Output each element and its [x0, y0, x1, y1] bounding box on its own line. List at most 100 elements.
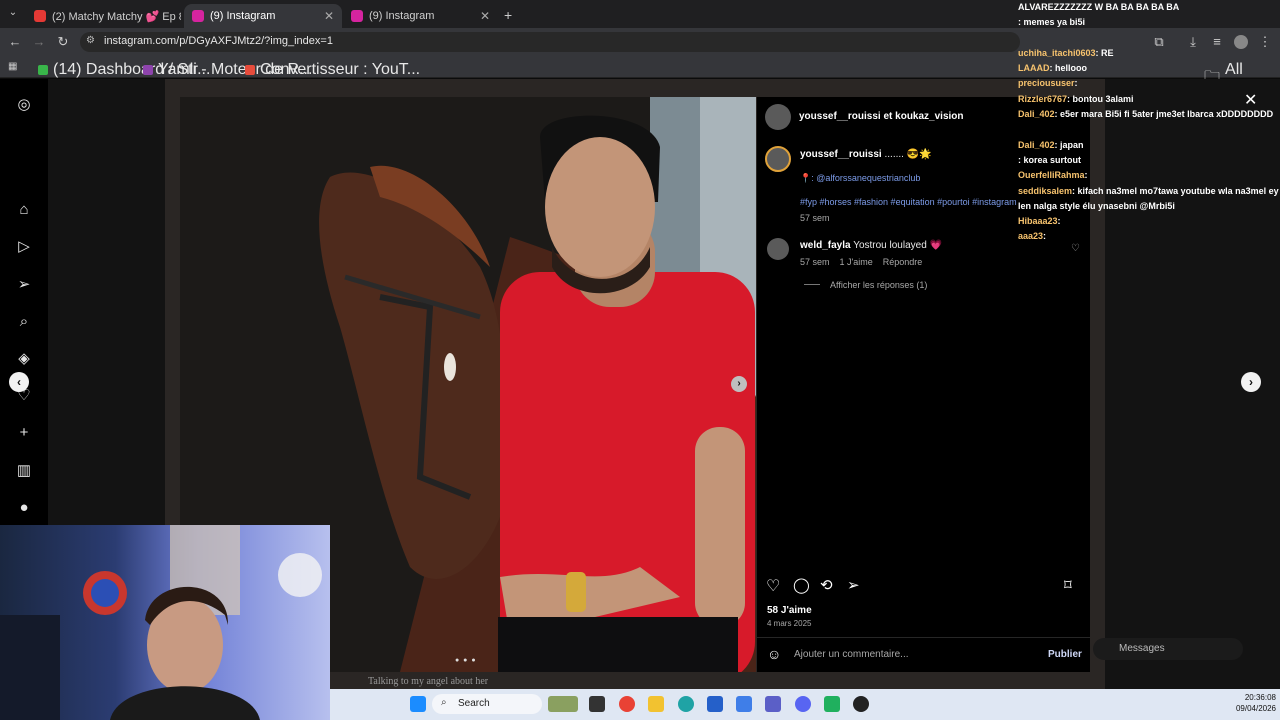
chat-text: : japan: [1054, 139, 1084, 150]
chat-text: : korea surtout: [1018, 154, 1082, 165]
close-icon[interactable]: ✕: [324, 9, 334, 23]
store-icon[interactable]: [707, 696, 723, 712]
bookmark-icon: [143, 65, 153, 75]
apps-icon[interactable]: ▦: [8, 61, 17, 72]
chat-username: LAAAD: [1018, 63, 1050, 74]
forward-icon[interactable]: →: [30, 33, 48, 51]
site-info-icon[interactable]: ⚙: [86, 35, 98, 47]
url-text: instagram.com/p/DGyAXFJMtz2/?img_index=1: [104, 35, 333, 47]
taskbar-search[interactable]: Search: [432, 694, 542, 714]
reels-icon[interactable]: ▷: [14, 237, 34, 257]
repost-icon[interactable]: ⟲: [820, 576, 833, 594]
address-bar[interactable]: instagram.com/p/DGyAXFJMtz2/?img_index=1: [80, 32, 1020, 52]
caption-timestamp: 57 sem: [800, 213, 830, 223]
file-explorer-icon[interactable]: [648, 696, 664, 712]
comment-likes-link[interactable]: 1 J'aime: [840, 257, 873, 267]
show-replies-link[interactable]: Afficher les réponses (1): [830, 280, 927, 290]
author-avatar[interactable]: [765, 104, 791, 130]
mail-icon[interactable]: [736, 696, 752, 712]
caption-mention[interactable]: 📍: @alforssanequestrianclub: [800, 173, 920, 184]
chat-username: seddiksalem: [1018, 185, 1073, 196]
comment-input[interactable]: Ajouter un commentaire...: [794, 649, 909, 660]
comment-username[interactable]: weld_fayla: [800, 240, 851, 251]
instagram-icon: [351, 10, 363, 22]
chat-text: : memes ya bi5i: [1018, 17, 1086, 28]
messages-label: Messages: [1119, 643, 1165, 654]
chat-username: uchiha_itachi0603: [1018, 47, 1096, 58]
chat-message: Dali_402: e5er mara Bi5i fi 5ater jme3et…: [1018, 107, 1280, 122]
previous-post-button[interactable]: ‹: [9, 372, 29, 392]
instagram-logo-icon[interactable]: ◎: [14, 95, 34, 115]
explore-icon[interactable]: ◈: [14, 349, 34, 369]
commenter-avatar[interactable]: [767, 238, 789, 260]
chat-message: Rizzler6767: bontou 3alami: [1018, 92, 1280, 107]
back-icon[interactable]: ←: [6, 33, 24, 51]
caption-username[interactable]: youssef__rouissi: [800, 149, 882, 160]
chrome-icon[interactable]: [619, 696, 635, 712]
post-header-authors[interactable]: youssef__rouissi et koukaz_vision: [799, 111, 964, 122]
chat-message: [1018, 31, 1280, 46]
tab-label: (2) Matchy Matchy 💕 Ep 84: Y: [52, 10, 181, 23]
share-icon[interactable]: ➢: [847, 576, 860, 594]
tab-instagram[interactable]: (9) Instagram ✕: [343, 4, 498, 28]
chat-message: aaa23:: [1018, 229, 1280, 244]
taskbar-search-label: Search: [458, 698, 490, 709]
stream-chat-overlay: ALVAREZZZZZZZ W BA BA BA BA BA : memes ya…: [1018, 0, 1280, 245]
chat-username: aaa23: [1018, 231, 1044, 242]
reply-link[interactable]: Répondre: [883, 257, 923, 267]
comment-text: Yostrou loulayed 💗: [853, 240, 943, 251]
chat-message: LAAAD: hellooo: [1018, 61, 1280, 76]
tab-youtube[interactable]: (2) Matchy Matchy 💕 Ep 84: Y ✕: [26, 4, 181, 28]
like-icon[interactable]: ♡: [766, 576, 780, 596]
teams-icon[interactable]: [765, 696, 781, 712]
instagram-icon: [192, 10, 204, 22]
publish-button[interactable]: Publier: [1048, 649, 1082, 660]
comment-line: weld_fayla Yostrou loulayed 💗: [800, 240, 942, 251]
likes-count[interactable]: 58 J'aime: [767, 605, 812, 616]
dashboard-icon[interactable]: ▥: [14, 461, 34, 481]
chat-text: : hellooo: [1049, 63, 1088, 74]
caption-avatar[interactable]: [765, 146, 791, 172]
chat-text: :: [1074, 78, 1078, 89]
next-image-button[interactable]: ›: [731, 376, 747, 392]
messages-icon[interactable]: ➢: [14, 275, 34, 295]
next-post-button[interactable]: ›: [1241, 372, 1261, 392]
obs-icon[interactable]: [853, 696, 869, 712]
emoji-icon[interactable]: ☺: [767, 646, 781, 662]
profile-icon[interactable]: ●: [14, 498, 34, 518]
edge-icon[interactable]: [678, 696, 694, 712]
windows-start-icon[interactable]: [410, 696, 426, 712]
chat-message: : korea surtout: [1018, 153, 1280, 168]
tab-search-icon[interactable]: ⌄: [6, 7, 20, 21]
app-icon[interactable]: [824, 696, 840, 712]
new-tab-button[interactable]: +: [504, 7, 512, 23]
reload-icon[interactable]: ↻: [54, 33, 72, 51]
search-icon[interactable]: ⌕: [14, 312, 34, 332]
create-icon[interactable]: +: [14, 423, 34, 443]
chat-message: OuerfelliRahma:: [1018, 168, 1280, 183]
messages-button[interactable]: Messages: [1093, 638, 1243, 660]
tab-instagram-active[interactable]: (9) Instagram ✕: [184, 4, 342, 28]
task-view-icon[interactable]: [589, 696, 605, 712]
youtube-icon: [34, 10, 46, 22]
save-bookmark-icon[interactable]: ⌑: [1064, 576, 1072, 594]
close-icon[interactable]: ✕: [480, 9, 490, 23]
comment-icon[interactable]: ◯: [793, 576, 810, 594]
taskbar-clock[interactable]: 20:36:08 09/04/2026: [1220, 692, 1276, 714]
chat-text: :: [1084, 170, 1088, 181]
widget-icon[interactable]: [548, 696, 578, 712]
search-icon: ⌕: [441, 697, 447, 708]
comment-timestamp: 57 sem: [800, 257, 830, 267]
chat-message: Dali_402: japan: [1018, 138, 1280, 153]
home-icon[interactable]: ⌂: [14, 200, 34, 220]
chat-message: : memes ya bi5i: [1018, 15, 1280, 30]
caption-hashtags[interactable]: #fyp #horses #fashion #equitation #pourt…: [800, 197, 1017, 207]
tab-label: (9) Instagram: [210, 10, 276, 22]
bookmark-convertisseur[interactable]: Convertisseur : YouT...: [245, 61, 420, 79]
chat-username: OuerfelliRahma: [1018, 170, 1085, 181]
discord-icon[interactable]: [795, 696, 811, 712]
chat-text: :: [1043, 231, 1047, 242]
caption-text: ....... 😎🌟: [884, 149, 932, 160]
chat-message: ALVAREZZZZZZZ W BA BA BA BA BA: [1018, 0, 1280, 15]
replies-divider: [804, 284, 820, 285]
